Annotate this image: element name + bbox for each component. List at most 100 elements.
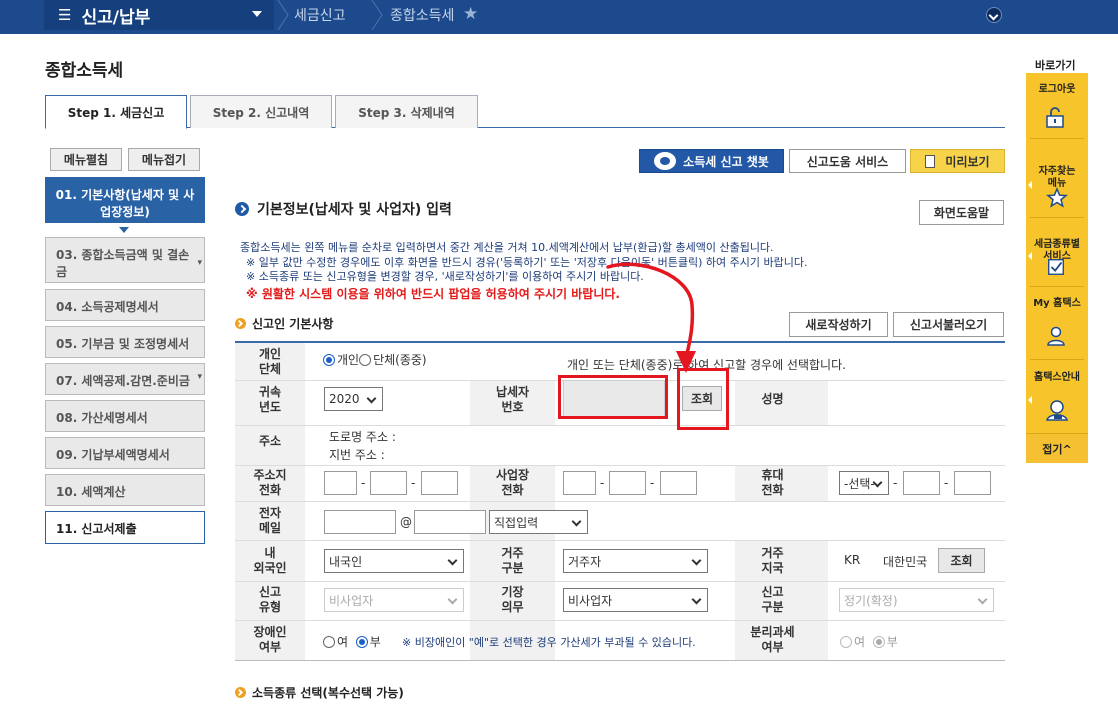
road-address: 도로명 주소 : (329, 430, 396, 444)
label-report-type: 신고 유형 (258, 585, 282, 614)
email-at: @ (400, 515, 412, 529)
nav-item-label: 03. 종합소득금액 및 결손금 (56, 248, 190, 279)
subsection-title-text: 신고인 기본사항 (252, 317, 334, 331)
quick-hometax-guide-label: 홈택스안내 (1034, 372, 1080, 383)
row-divider (235, 581, 1005, 582)
tabs-underline (45, 127, 1005, 128)
nav-item-deduction[interactable]: 04. 소득공제명세서 (45, 289, 205, 321)
info-line: 종합소득세는 왼쪽 메뉴를 순차로 입력하면서 중간 계산을 거쳐 10.세액계… (240, 241, 774, 254)
label-home-phone: 주소지 전화 (253, 468, 287, 497)
screen-help-button[interactable]: 화면도움말 (919, 200, 1004, 225)
bookkeeping-select[interactable]: 비사업자 (563, 588, 708, 612)
residence-select[interactable]: 거주자 (563, 549, 708, 573)
label-email: 전자 메일 (258, 506, 282, 535)
radio-disabled-no[interactable] (355, 636, 368, 648)
row-divider (235, 501, 1005, 502)
mobile-part3[interactable] (954, 471, 991, 495)
biz-phone-part1[interactable] (563, 471, 596, 495)
red-arrow-annotation (606, 262, 696, 373)
home-phone-part1[interactable] (324, 471, 357, 495)
help-service-button[interactable]: 신고도움 서비스 (789, 149, 906, 173)
quick-favorite-menu[interactable]: 자주찾는 메뉴 (1026, 154, 1088, 190)
nav-item-prepaid[interactable]: 09. 기납부세액명세서 (45, 437, 205, 469)
home-phone-part3[interactable] (421, 471, 458, 495)
report-division-select[interactable]: 정기(확정) (839, 588, 994, 612)
disabled-radio-group: 여 부 (323, 633, 381, 650)
tab-step1[interactable]: Step 1. 세금신고 (45, 95, 187, 129)
favorite-star-icon[interactable]: ★ (463, 4, 478, 24)
biz-phone-part2[interactable] (609, 471, 646, 495)
radio-sep-yes[interactable] (840, 636, 852, 648)
email-domain-input[interactable] (414, 510, 486, 534)
nav-item-submit[interactable]: 11. 신고서제출 (45, 511, 205, 544)
nav-item-income[interactable]: 03. 종합소득금액 및 결손금 ▾ (45, 237, 205, 283)
radio-yes-label: 여 (337, 635, 349, 649)
quick-logout-label: 로그아웃 (1038, 84, 1076, 95)
dash: - (600, 476, 605, 490)
new-write-button[interactable]: 새로작성하기 (789, 312, 888, 337)
radio-individual[interactable] (323, 354, 335, 366)
preview-label: 미리보기 (945, 154, 990, 169)
breadcrumb-separator-icon (277, 0, 289, 30)
menu-expand-button[interactable]: 메뉴펼침 (50, 148, 122, 171)
checkbox-icon (1048, 259, 1064, 275)
nav-item-donation[interactable]: 05. 기부금 및 조정명세서 (45, 326, 205, 358)
dash: - (893, 476, 898, 490)
main-menu-label: 신고/납부 (81, 7, 151, 28)
expand-circle-icon[interactable] (986, 7, 1002, 23)
preview-button[interactable]: 미리보기 (910, 149, 1005, 173)
nav-item-calculation[interactable]: 10. 세액계산 (45, 474, 205, 506)
quick-logout[interactable]: 로그아웃 (1026, 84, 1088, 96)
row-divider (235, 465, 1005, 466)
radio-no-label: 부 (886, 635, 898, 649)
radio-disabled-yes[interactable] (323, 636, 335, 648)
quick-my-hometax[interactable]: My 홈택스 (1026, 298, 1088, 310)
label-name: 성명 (761, 392, 784, 406)
country-lookup-button[interactable]: 조회 (938, 548, 985, 573)
label-nationality: 내 외국인 (253, 546, 287, 575)
main-menu-dropdown[interactable]: ☰ 신고/납부 (44, 0, 274, 30)
biz-phone-part3[interactable] (660, 471, 697, 495)
quick-links-title: 바로가기 (1035, 59, 1076, 72)
quick-collapse-button[interactable]: 접기^ (1026, 433, 1088, 463)
radio-sep-no[interactable] (872, 636, 885, 648)
year-select[interactable]: 2020 (324, 387, 383, 411)
separate-tax-radio-group: 여 부 (840, 633, 898, 650)
breadcrumb-tax-report[interactable]: 세금신고 (294, 0, 346, 30)
country-code: KR (844, 553, 861, 567)
section-title: 기본정보(납세자 및 사업자) 입력 (235, 199, 452, 219)
form-bottom-border (235, 660, 1005, 661)
radio-group[interactable] (359, 354, 372, 366)
tab-step3[interactable]: Step 3. 삭제내역 (335, 95, 478, 128)
report-type-select[interactable]: 비사업자 (324, 588, 464, 612)
nav-item-tax-credit[interactable]: 07. 세액공제.감면.준비금 ▾ (45, 363, 205, 395)
radio-group-label: 단체(종중) (373, 353, 427, 367)
disabled-note: ※ 비장애인이 "예"로 선택한 경우 가산세가 부과될 수 있습니다. (402, 636, 696, 649)
radio-no-label: 부 (369, 635, 381, 649)
mobile-prefix-value: -선택- (844, 476, 875, 491)
document-icon (925, 154, 936, 168)
hamburger-icon: ☰ (58, 6, 72, 24)
label-year: 귀속 년도 (258, 385, 282, 414)
chatbot-button[interactable]: 소득세 신고 챗봇 (639, 149, 784, 173)
mobile-part2[interactable] (903, 471, 940, 495)
quick-hometax-guide[interactable]: 홈택스안내 (1026, 372, 1088, 384)
nationality-value: 내국인 (329, 554, 363, 569)
breadcrumb-income-tax[interactable]: 종합소득세 (390, 0, 454, 30)
income-type-section-title: 소득종류 선택(복수선택 가능) (235, 684, 404, 701)
load-report-button[interactable]: 신고서불러오기 (893, 312, 1004, 337)
home-phone-part2[interactable] (370, 471, 407, 495)
nationality-select[interactable]: 내국인 (324, 549, 464, 573)
nav-item-penalty[interactable]: 08. 가산세명세서 (45, 400, 205, 432)
label-country: 거주 지국 (761, 546, 784, 575)
nav-item-basic-info[interactable]: 01. 기본사항(납세자 및 사업장정보) (45, 177, 205, 223)
label-report-division: 신고 구분 (761, 585, 784, 614)
mobile-prefix-select[interactable]: -선택- (839, 471, 889, 495)
dash: - (944, 476, 949, 490)
subsection-title: 신고인 기본사항 (235, 315, 333, 332)
email-domain-select[interactable]: 직접입력 (489, 510, 588, 534)
menu-collapse-button[interactable]: 메뉴접기 (128, 148, 200, 171)
tab-step2[interactable]: Step 2. 신고내역 (190, 95, 332, 128)
chatbot-icon (654, 152, 677, 170)
email-id-input[interactable] (324, 510, 396, 534)
